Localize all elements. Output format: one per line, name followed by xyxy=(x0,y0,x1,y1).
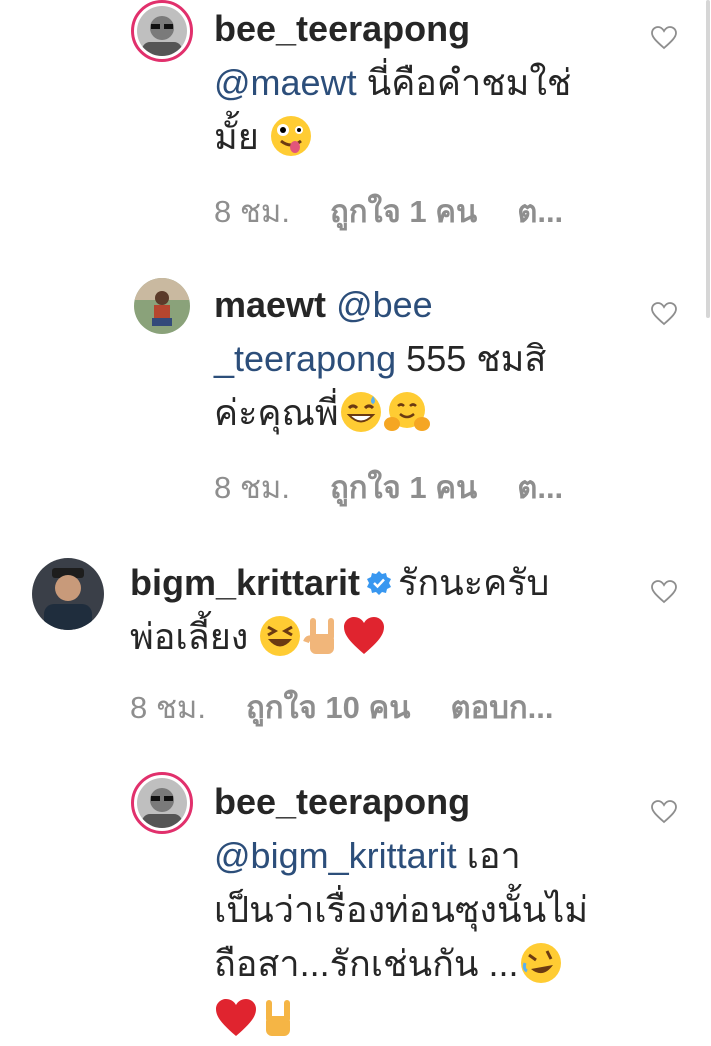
scrollbar[interactable] xyxy=(706,0,710,318)
comment-meta: 8 ชม. ถูกใจ 10 คน ตอบก... xyxy=(130,682,553,732)
rock-on-hand-emoji-icon xyxy=(303,618,335,655)
heart-icon[interactable] xyxy=(651,580,677,604)
reply-button[interactable]: ต... xyxy=(517,194,563,229)
heart-icon[interactable] xyxy=(651,302,677,326)
sweat-smile-emoji-icon xyxy=(340,392,381,433)
red-heart-emoji-icon xyxy=(216,998,256,1036)
comment-meta: 8 ชม. ถูกใจ 1 คน ต... xyxy=(214,462,563,512)
avatar[interactable] xyxy=(131,772,193,834)
mention-link[interactable]: @bigm_krittarit xyxy=(214,835,457,876)
username[interactable]: bee_teerapong xyxy=(214,8,470,49)
avatar[interactable] xyxy=(134,278,190,334)
reply-button[interactable]: ตอบก... xyxy=(450,690,553,725)
comment-text: รักนะครับ xyxy=(398,562,550,603)
heart-icon[interactable] xyxy=(651,26,677,50)
avatar[interactable] xyxy=(131,0,193,62)
laughing-face-emoji-icon xyxy=(260,616,301,657)
likes-count[interactable]: ถูกใจ 1 คน xyxy=(330,194,477,229)
likes-count[interactable]: ถูกใจ 1 คน xyxy=(330,470,477,505)
timestamp: 8 ชม. xyxy=(130,690,206,725)
rofl-face-emoji-icon xyxy=(520,943,561,984)
comment-text: ค่ะคุณพี่ xyxy=(214,392,339,433)
verified-badge-icon xyxy=(367,571,392,596)
comment-text: 555 ชมสิ xyxy=(396,338,547,379)
comment-text: พ่อเลี้ยง xyxy=(130,616,249,657)
likes-count[interactable]: ถูกใจ 10 คน xyxy=(246,690,410,725)
hugging-face-emoji-icon xyxy=(383,392,430,432)
comment-body: bee_teerapong @maewt นี่คือคำชมใช่ มั้ย xyxy=(214,2,634,164)
comment-body: bigm_krittarit รักนะครับ พ่อเลี้ยง xyxy=(130,556,630,664)
avatar[interactable] xyxy=(32,558,104,630)
mention-link[interactable]: @bee xyxy=(336,284,433,325)
comment-text: ถือสา...รักเช่นกัน ... xyxy=(214,943,519,984)
reply-button[interactable]: ต... xyxy=(517,470,563,505)
comment-text: เอา xyxy=(456,835,521,876)
rock-on-hand-emoji-icon xyxy=(266,999,290,1036)
timestamp: 8 ชม. xyxy=(214,470,290,505)
zany-face-emoji-icon xyxy=(270,116,311,157)
comment-text: นี่คือคำชมใช่ xyxy=(356,62,572,103)
comment-text: เป็นว่าเรื่องท่อนซุงนั้นไม่ xyxy=(214,889,589,930)
username[interactable]: bigm_krittarit xyxy=(130,562,360,603)
timestamp: 8 ชม. xyxy=(214,194,290,229)
username[interactable]: bee_teerapong xyxy=(214,781,470,822)
username[interactable]: maewt xyxy=(214,284,326,325)
comment-body: bee_teerapong @bigm_krittarit เอา เป็นว่… xyxy=(214,775,674,1046)
heart-icon[interactable] xyxy=(651,800,677,824)
red-heart-emoji-icon xyxy=(344,617,385,655)
mention-link[interactable]: @maewt xyxy=(214,62,357,103)
comment-meta: 8 ชม. ถูกใจ 1 คน ต... xyxy=(214,186,563,236)
comment-body: maewt @bee _teerapong 555 ชมสิ ค่ะคุณพี่ xyxy=(214,278,634,440)
mention-link[interactable]: _teerapong xyxy=(214,338,396,379)
comment-text: มั้ย xyxy=(214,116,259,157)
